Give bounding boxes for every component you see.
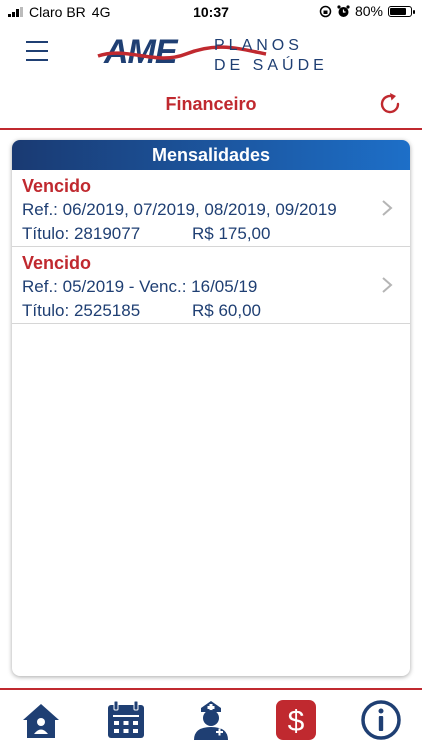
item-valor: R$ 175,00 [192, 224, 271, 243]
item-status: Vencido [22, 253, 92, 273]
list-item[interactable]: Vencido Ref.: 05/2019 - Venc.: 16/05/19 … [12, 247, 410, 324]
alarm-icon [337, 4, 350, 17]
refresh-icon[interactable] [376, 90, 404, 118]
status-bar: Claro BR 4G 10:37 80% [0, 0, 422, 24]
item-status: Vencido [22, 176, 92, 196]
battery-fill [390, 7, 406, 15]
home-icon[interactable] [19, 698, 63, 742]
item-ref: Ref.: 06/2019, 07/2019, 08/2019, 09/2019 [22, 200, 337, 219]
status-right: 80% [319, 3, 415, 19]
item-ref: Ref.: 05/2019 - Venc.: 16/05/19 [22, 277, 258, 296]
list-item[interactable]: Vencido Ref.: 06/2019, 07/2019, 08/2019,… [12, 170, 410, 247]
battery-icon [388, 5, 415, 17]
battery-label: 80% [354, 3, 383, 19]
ame-logo: AME PLANOS DE SAÚDE [97, 33, 328, 74]
item-details: Título: 2525185 R$ 60,00 [22, 300, 410, 322]
dollar-icon[interactable]: $ [274, 698, 318, 742]
menu-icon[interactable] [26, 41, 48, 61]
rotation-lock-icon [319, 5, 332, 17]
item-details: Título: 2819077 R$ 175,00 [22, 223, 410, 245]
doctor-icon[interactable] [189, 698, 233, 742]
bottom-nav: $ [0, 688, 422, 752]
title-bar: Financeiro [0, 82, 422, 130]
item-titulo: Título: 2819077 [22, 224, 141, 243]
card-title: Mensalidades [12, 140, 410, 170]
logo-line2: DE SAÚDE [214, 55, 328, 74]
app-screen: Claro BR 4G 10:37 80% AME PLANOS DE SAÚD… [0, 0, 422, 752]
item-titulo: Título: 2525185 [22, 301, 141, 320]
chevron-right-icon [382, 277, 393, 293]
chevron-right-icon [382, 200, 393, 216]
item-valor: R$ 60,00 [192, 301, 261, 320]
app-header: AME PLANOS DE SAÚDE [0, 24, 422, 80]
logo-line1: PLANOS [214, 37, 303, 54]
calendar-icon[interactable] [104, 698, 148, 742]
info-icon[interactable] [359, 698, 403, 742]
svg-text:$: $ [288, 705, 305, 738]
mensalidades-card: Mensalidades Vencido Ref.: 06/2019, 07/2… [12, 140, 410, 676]
page-title: Financeiro [165, 94, 257, 114]
